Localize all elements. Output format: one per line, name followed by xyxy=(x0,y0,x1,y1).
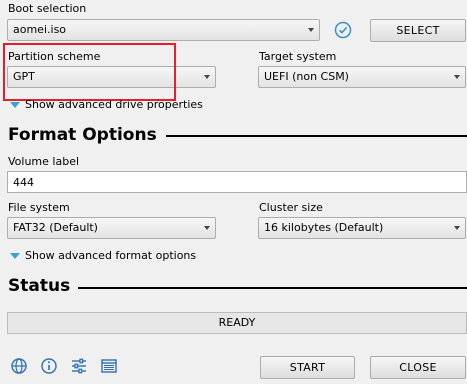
status-bar: READY xyxy=(7,312,467,334)
show-advanced-drive-toggle[interactable]: Show advanced drive properties xyxy=(10,98,203,112)
expand-triangle-icon xyxy=(10,102,20,108)
boot-selection-dropdown[interactable]: aomei.iso xyxy=(7,19,320,41)
chevron-down-icon xyxy=(454,226,460,230)
boot-selection-label: Boot selection xyxy=(8,2,87,15)
show-advanced-format-toggle[interactable]: Show advanced format options xyxy=(10,249,196,263)
start-button[interactable]: START xyxy=(260,356,355,379)
chevron-down-icon xyxy=(454,75,460,79)
boot-selection-value: aomei.iso xyxy=(13,23,67,36)
cluster-size-label: Cluster size xyxy=(259,201,323,214)
select-button[interactable]: SELECT xyxy=(370,19,466,42)
globe-icon[interactable] xyxy=(10,357,28,375)
info-icon[interactable] xyxy=(40,357,58,375)
chevron-down-icon xyxy=(204,226,210,230)
volume-label-label: Volume label xyxy=(8,155,80,168)
target-system-dropdown[interactable]: UEFI (non CSM) xyxy=(258,66,466,88)
target-system-label: Target system xyxy=(259,50,337,63)
show-advanced-drive-label: Show advanced drive properties xyxy=(25,98,203,111)
target-system-value: UEFI (non CSM) xyxy=(264,70,349,83)
checkmark-icon[interactable] xyxy=(334,21,352,39)
settings-sliders-icon[interactable] xyxy=(70,357,88,375)
file-system-dropdown[interactable]: FAT32 (Default) xyxy=(7,217,216,239)
section-divider xyxy=(78,287,467,289)
file-system-value: FAT32 (Default) xyxy=(13,221,98,234)
volume-label-input[interactable] xyxy=(7,171,467,193)
cluster-size-value: 16 kilobytes (Default) xyxy=(264,221,384,234)
highlight-box xyxy=(3,43,176,101)
log-icon[interactable] xyxy=(100,357,118,375)
status-text: READY xyxy=(218,316,256,329)
file-system-label: File system xyxy=(8,201,70,214)
show-advanced-format-label: Show advanced format options xyxy=(25,249,197,262)
section-divider xyxy=(166,135,467,137)
cluster-size-dropdown[interactable]: 16 kilobytes (Default) xyxy=(258,217,466,239)
expand-triangle-icon xyxy=(10,253,20,259)
close-button[interactable]: CLOSE xyxy=(370,356,466,379)
chevron-down-icon xyxy=(204,75,210,79)
chevron-down-icon xyxy=(308,28,314,32)
status-title: Status xyxy=(8,276,71,296)
format-options-title: Format Options xyxy=(8,125,157,145)
